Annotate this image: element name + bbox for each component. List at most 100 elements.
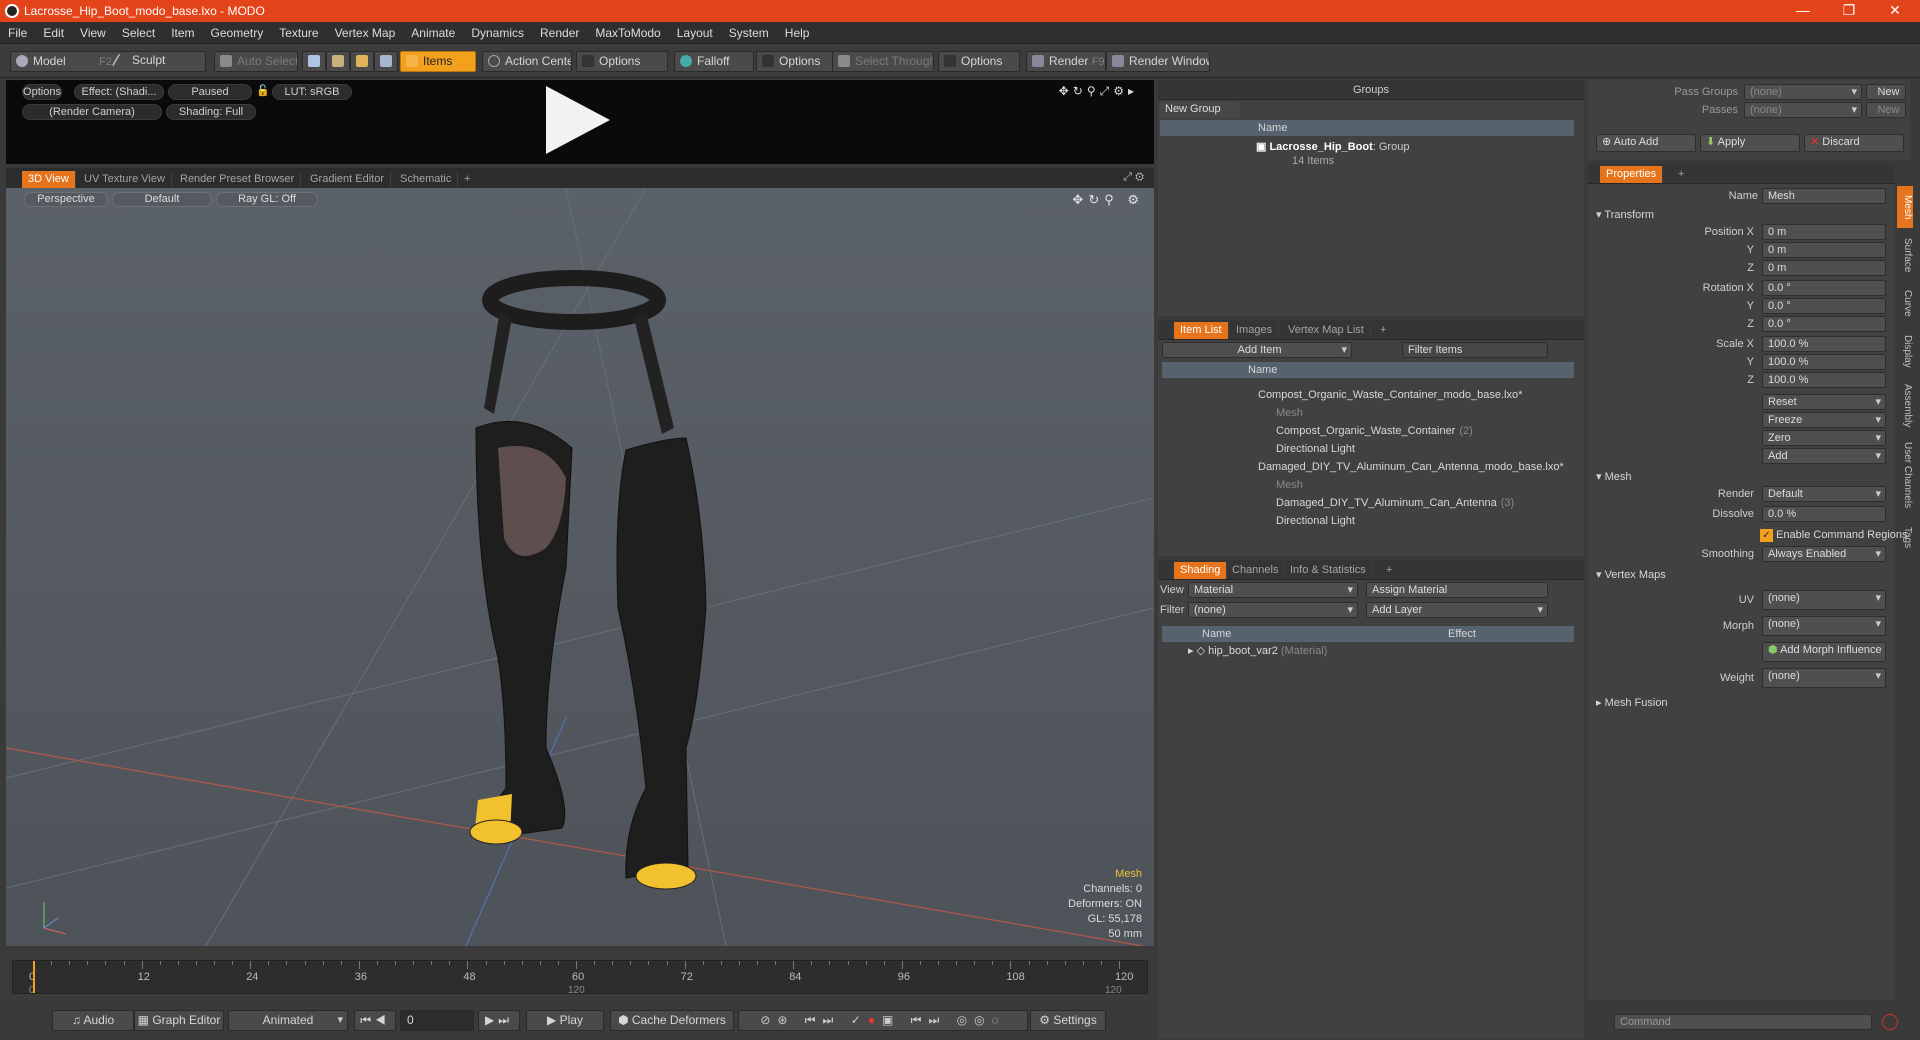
tab-vertex-map-list[interactable]: Vertex Map List [1282,322,1371,339]
position-y-field[interactable]: 0 m [1762,242,1886,258]
discard-button[interactable]: ✕ Discard [1804,134,1904,152]
falloff-options-button[interactable]: Options [756,51,836,72]
filter-dropdown[interactable]: (none) [1188,602,1358,618]
tab-properties[interactable]: Properties [1600,166,1664,183]
morph-dropdown[interactable]: (none) [1762,616,1886,636]
mesh-section[interactable]: ▾ Mesh [1596,470,1631,483]
transform-section[interactable]: ▾ Transform [1596,208,1654,221]
zero-dropdown[interactable]: Zero [1762,430,1886,446]
add-dropdown[interactable]: Add [1762,448,1886,464]
render-window-button[interactable]: Render Window [1106,51,1210,72]
key-tools-icons[interactable]: ⊘⊛ ⏮⏭ ✓●▣ ⏮⏭ ◎◎◌ [738,1010,1028,1031]
items-mode-button[interactable]: Items [400,51,476,72]
position-z-field[interactable]: 0 m [1762,260,1886,276]
falloff-button[interactable]: Falloff [674,51,754,72]
close-button[interactable]: ✕ [1872,0,1918,22]
action-center-button[interactable]: Action Center [482,51,572,72]
edges-mode-button[interactable] [326,51,350,72]
reset-dropdown[interactable]: Reset [1762,394,1886,410]
command-input[interactable]: Command [1614,1014,1872,1030]
side-tab-surface[interactable]: Surface [1897,234,1913,276]
preview-lut-dropdown[interactable]: LUT: sRGB [272,84,352,100]
enable-command-regions-checkbox[interactable]: ✓ Enable Command Regions [1760,526,1908,544]
preview-shading-dropdown[interactable]: Shading: Full [166,104,256,120]
item-list-row[interactable]: Damaged_DIY_TV_Aluminum_Can_Antenna_modo… [1258,458,1568,476]
uv-dropdown[interactable]: (none) [1762,590,1886,610]
tab-gradient-editor[interactable]: Gradient Editor [304,171,391,188]
rotation-x-field[interactable]: 0.0 ° [1762,280,1886,296]
rotation-y-field[interactable]: 0.0 ° [1762,298,1886,314]
item-list-row[interactable]: Damaged_DIY_TV_Aluminum_Can_Antenna (3) [1276,494,1514,512]
item-list-row[interactable]: Compost_Organic_Waste_Container (2) [1276,422,1473,440]
weight-dropdown[interactable]: (none) [1762,668,1886,688]
freeze-dropdown[interactable]: Freeze [1762,412,1886,428]
view-dropdown[interactable]: Material [1188,582,1358,598]
side-tab-curve[interactable]: Curve [1897,282,1913,324]
timeline-playhead[interactable] [33,961,35,993]
menu-view[interactable]: View [72,22,114,44]
preview-camera-dropdown[interactable]: (Render Camera) [22,104,162,120]
position-x-field[interactable]: 0 m [1762,224,1886,240]
record-command-icon[interactable] [1882,1014,1898,1030]
lock-icon[interactable]: 🔓 [256,84,268,100]
settings-button[interactable]: ⚙ Settings [1030,1010,1106,1031]
menu-vertex-map[interactable]: Vertex Map [327,22,404,44]
vertices-mode-button[interactable] [302,51,326,72]
audio-button[interactable]: ♫ Audio [52,1010,134,1031]
item-list-row[interactable]: Mesh [1276,404,1307,422]
side-tab-assembly[interactable]: Assembly [1897,378,1913,434]
polygons-mode-button[interactable] [350,51,374,72]
animated-dropdown[interactable]: Animated [228,1010,348,1031]
sculpt-button[interactable]: Sculpt [110,51,202,72]
material-row[interactable]: ▸ ◇ hip_boot_var2 (Material) [1188,642,1327,660]
assign-material-button[interactable]: Assign Material [1366,582,1548,598]
menu-layout[interactable]: Layout [669,22,721,44]
rotation-z-field[interactable]: 0.0 ° [1762,316,1886,332]
menu-system[interactable]: System [721,22,777,44]
scale-x-field[interactable]: 100.0 % [1762,336,1886,352]
render-button[interactable]: Render F9 [1026,51,1106,72]
play-button[interactable]: ▶ Play [526,1010,604,1031]
step-forward-icon[interactable]: ▶⏭ [478,1010,520,1031]
minimize-button[interactable]: — [1780,0,1826,22]
side-tab-user-channels[interactable]: User Channels [1897,440,1913,510]
name-field[interactable]: Mesh [1762,188,1886,204]
preview-effect-dropdown[interactable]: Effect: (Shadi... [74,84,164,100]
auto-select-button[interactable]: Auto Select [214,51,298,72]
tab-uv-texture-view[interactable]: UV Texture View [78,171,172,188]
side-tab-display[interactable]: Display [1897,330,1913,372]
new-group-button[interactable]: New Group [1160,102,1240,118]
3d-viewport[interactable]: Perspective Default Ray GL: Off ✥↻⚲ ⚙ Me… [6,188,1154,946]
menu-help[interactable]: Help [777,22,818,44]
menu-item[interactable]: Item [163,22,202,44]
filter-items-input[interactable]: Filter Items [1402,342,1548,358]
new-pass-group-button[interactable]: New [1866,84,1906,100]
apply-button[interactable]: ⬇ Apply [1700,134,1800,152]
auto-add-button[interactable]: ⊕ Auto Add [1596,134,1696,152]
menu-render[interactable]: Render [532,22,587,44]
add-tab-button[interactable]: + [1380,562,1398,579]
menu-geometry[interactable]: Geometry [203,22,272,44]
scale-y-field[interactable]: 100.0 % [1762,354,1886,370]
tab-images[interactable]: Images [1230,322,1280,339]
tab-3d-view[interactable]: 3D View [22,171,76,188]
menu-maxtomodo[interactable]: MaxToModo [587,22,668,44]
menu-dynamics[interactable]: Dynamics [463,22,532,44]
new-pass-button[interactable]: New [1866,102,1906,118]
add-morph-influence-button[interactable]: ⬢ Add Morph Influence [1762,642,1886,662]
frame-input[interactable]: 0 [400,1010,474,1031]
add-tab-button[interactable]: + [1672,166,1690,183]
maximize-button[interactable]: ❐ [1826,0,1872,22]
timeline-ruler[interactable]: 012243648607284961081200120120 [12,960,1148,996]
action-center-options-button[interactable]: Options [576,51,668,72]
preview-paused-button[interactable]: Paused [168,84,252,100]
play-preview-icon[interactable] [546,86,610,154]
passes-dropdown[interactable]: (none) [1744,102,1862,118]
menu-select[interactable]: Select [114,22,163,44]
vertex-maps-section[interactable]: ▾ Vertex Maps [1596,568,1666,581]
tab-render-preset-browser[interactable]: Render Preset Browser [174,171,302,188]
side-tab-mesh[interactable]: Mesh [1897,186,1913,228]
tab-channels[interactable]: Channels [1226,562,1286,579]
go-to-start-icon[interactable]: ⏮◀ [354,1010,396,1031]
select-through-button[interactable]: Select Through [832,51,934,72]
